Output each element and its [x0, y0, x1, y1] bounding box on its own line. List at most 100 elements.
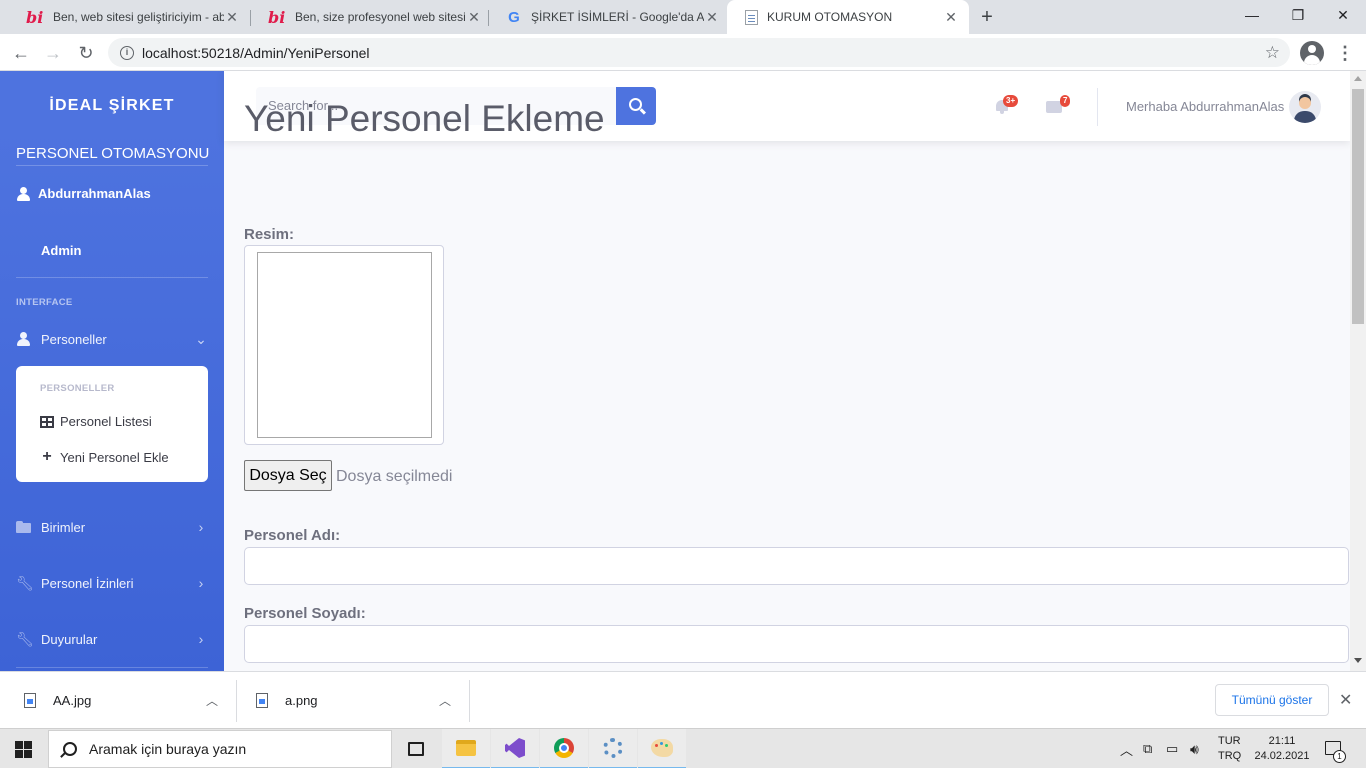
sidebar-item-izinler[interactable]: 🔧︎ Personel İzinleri ›	[16, 571, 208, 595]
chrome-icon	[554, 738, 574, 758]
profile-avatar-icon[interactable]	[1300, 41, 1324, 65]
minimize-button[interactable]: —	[1229, 0, 1275, 30]
sidebar-item-label: Birimler	[41, 519, 86, 535]
paint-palette-icon	[651, 739, 673, 757]
file-icon	[256, 693, 268, 708]
taskbar-app-chrome[interactable]	[540, 729, 588, 768]
sidebar-item-label: Personeller	[41, 331, 107, 347]
submenu-item-personel-listesi[interactable]: Personel Listesi	[40, 414, 152, 429]
download-divider	[236, 680, 237, 722]
download-item-1[interactable]: AA.jpg ︿	[24, 672, 224, 729]
clock-date: 24.02.2021	[1254, 750, 1310, 762]
download-filename: a.png	[285, 693, 318, 708]
taskbar-app-settings[interactable]	[589, 729, 637, 768]
sidebar-item-personeller[interactable]: Personeller ⌄	[16, 327, 208, 351]
user-icon	[16, 186, 32, 201]
browser-tab-2[interactable]: bi Ben, size profesyonel web sitesi hazı…	[250, 0, 492, 34]
volume-icon[interactable]: 🔊︎	[1190, 729, 1199, 768]
taskbar-app-visual-studio[interactable]	[491, 729, 539, 768]
wrench-icon: 🔧︎	[16, 630, 34, 647]
keyboard-layout: TRQ	[1218, 750, 1242, 762]
image-preview	[257, 252, 432, 438]
show-all-downloads-button[interactable]: Tümünü göster	[1215, 684, 1329, 716]
sidebar-brand[interactable]: İDEAL ŞİRKET	[0, 97, 224, 115]
chevron-up-icon[interactable]: ︿	[206, 692, 218, 709]
close-icon[interactable]: ✕	[943, 9, 959, 25]
messages-badge: 7	[1060, 95, 1071, 107]
download-shelf: AA.jpg ︿ a.png ︿ Tümünü göster ✕	[0, 671, 1366, 728]
forward-arrow-icon[interactable]: →	[40, 40, 66, 66]
submenu-item-yeni-personel[interactable]: + Yeni Personel Ekle	[40, 448, 168, 466]
image-label: Resim:	[244, 226, 295, 243]
maximize-button[interactable]: ❐	[1275, 0, 1321, 30]
bookmark-star-icon[interactable]: ☆	[1265, 43, 1280, 63]
last-name-field[interactable]	[244, 625, 1349, 663]
windows-taskbar: Aramak için buraya yazın ︿ ⧉ ▭ 🔊︎ TUR TR…	[0, 728, 1366, 768]
personeller-submenu: PERSONELLER Personel Listesi + Yeni Pers…	[16, 366, 208, 482]
chevron-up-icon[interactable]: ︿	[439, 692, 451, 709]
window-close-button[interactable]: ✕	[1320, 0, 1366, 30]
close-icon[interactable]: ✕	[1339, 690, 1352, 710]
tray-app-icon[interactable]: ⧉	[1143, 729, 1152, 768]
new-tab-button[interactable]: +	[976, 6, 998, 28]
download-filename: AA.jpg	[53, 693, 92, 708]
system-clock[interactable]: 21:11 24.02.2021	[1252, 734, 1312, 764]
task-view-button[interactable]	[392, 729, 440, 768]
scrollbar-thumb[interactable]	[1352, 89, 1364, 324]
browser-tab-3[interactable]: G ŞİRKET İSİMLERİ - Google'da Ara ✕	[488, 0, 730, 34]
taskbar-app-explorer[interactable]	[442, 729, 490, 768]
notification-count-badge: 1	[1333, 750, 1346, 763]
tab-title: ŞİRKET İSİMLERİ - Google'da Ara	[531, 10, 704, 24]
close-icon[interactable]: ✕	[704, 9, 720, 25]
chevron-up-icon[interactable]: ︿	[1120, 729, 1133, 768]
taskbar-search-input[interactable]: Aramak için buraya yazın	[48, 730, 392, 768]
wrench-icon: 🔧︎	[16, 574, 34, 591]
battery-icon[interactable]: ▭	[1166, 729, 1178, 768]
sidebar-item-label: Personel İzinleri	[41, 575, 134, 591]
scroll-down-arrow-icon[interactable]	[1354, 658, 1362, 663]
sidebar-user[interactable]: AbdurrahmanAlas	[16, 186, 151, 201]
windows-start-icon[interactable]	[15, 741, 32, 758]
scroll-up-arrow-icon[interactable]	[1354, 76, 1362, 81]
gear-icon	[603, 738, 623, 758]
file-status-text: Dosya seçilmedi	[336, 468, 453, 485]
visual-studio-icon	[505, 738, 525, 758]
browser-tab-1[interactable]: bi Ben, web sitesi geliştiriciyim - abdu…	[8, 0, 250, 34]
sidebar-role[interactable]: Admin	[41, 243, 81, 258]
document-icon	[745, 9, 758, 25]
page-title: Yeni Personel Ekleme	[244, 98, 605, 139]
bionluk-icon: bi	[268, 7, 286, 27]
close-icon[interactable]: ✕	[466, 9, 482, 25]
input-language[interactable]: TUR TRQ	[1218, 734, 1241, 764]
folder-icon	[16, 521, 32, 533]
plus-icon: +	[42, 448, 52, 465]
task-view-icon	[408, 742, 424, 756]
browser-tab-active[interactable]: KURUM OTOMASYON ✕	[727, 0, 969, 34]
taskbar-app-paint[interactable]	[638, 729, 686, 768]
chevron-right-icon: ›	[198, 519, 204, 535]
avatar[interactable]	[1289, 91, 1321, 123]
sidebar-title: PERSONEL OTOMASYONU	[16, 145, 210, 162]
sidebar-item-birimler[interactable]: Birimler ›	[16, 515, 208, 539]
table-icon	[40, 415, 54, 428]
first-name-field[interactable]	[244, 547, 1349, 585]
address-bar: ← → ↻ i localhost:50218/Admin/YeniPerson…	[0, 34, 1366, 71]
choose-file-button[interactable]: Dosya Seç	[244, 460, 332, 491]
alerts-badge: 3+	[1003, 95, 1019, 107]
file-explorer-icon	[456, 740, 476, 756]
close-icon[interactable]: ✕	[224, 9, 240, 25]
search-button[interactable]	[616, 87, 656, 125]
tab-title: Ben, web sitesi geliştiriciyim - abdurra	[53, 10, 224, 24]
url-field[interactable]: i localhost:50218/Admin/YeniPersonel ☆	[108, 38, 1290, 67]
reload-icon[interactable]: ↻	[73, 40, 99, 66]
taskbar-search-placeholder: Aramak için buraya yazın	[89, 741, 247, 757]
menu-kebab-icon[interactable]: ⋮	[1336, 40, 1354, 66]
download-divider	[469, 680, 470, 722]
clock-time: 21:11	[1268, 735, 1296, 747]
search-icon	[63, 742, 77, 756]
sidebar-item-duyurular[interactable]: 🔧︎ Duyurular ›	[16, 627, 208, 651]
user-greeting[interactable]: Merhaba AbdurrahmanAlas	[1126, 99, 1284, 114]
download-item-2[interactable]: a.png ︿	[256, 672, 456, 729]
back-arrow-icon[interactable]: ←	[8, 40, 34, 66]
info-icon[interactable]: i	[120, 45, 134, 60]
